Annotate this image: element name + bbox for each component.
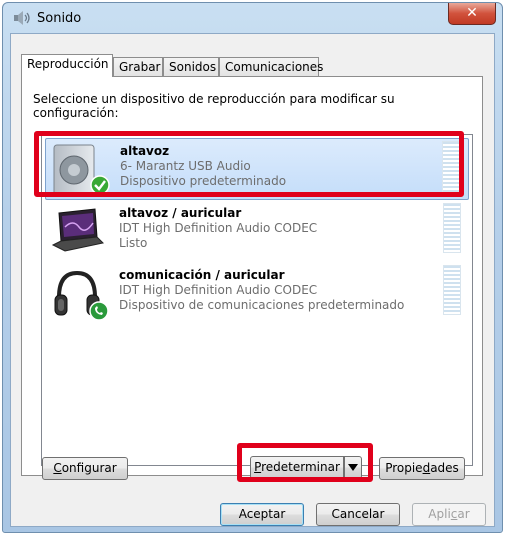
tab-reproduccion[interactable]: Reproducción [21, 54, 113, 77]
speaker-app-icon [14, 11, 30, 25]
window-title: Sonido [37, 11, 82, 26]
highlight-set-default [237, 443, 373, 482]
configure-button[interactable]: Configurar [42, 457, 128, 480]
volume-meter [443, 203, 461, 253]
apply-button[interactable]: Aplicar [412, 503, 486, 526]
instruction-text: Seleccione un dispositivo de reproducció… [33, 92, 395, 120]
tab-sonidos[interactable]: Sonidos [163, 57, 219, 76]
tab-comunicaciones[interactable]: Comunicaciones [219, 57, 323, 76]
tab-grabar[interactable]: Grabar [113, 57, 163, 76]
device-row-altavoz-auricular[interactable]: altavoz / auricular IDT High Definition … [45, 201, 469, 263]
close-icon: ✕ [466, 5, 478, 21]
phone-badge-icon [89, 301, 109, 321]
properties-button[interactable]: Propiedades [379, 457, 465, 480]
close-button[interactable]: ✕ [448, 3, 496, 25]
device-name: comunicación / auricular [119, 268, 285, 282]
highlight-selected-device [34, 131, 464, 197]
volume-meter [443, 265, 461, 315]
device-status: Dispositivo de comunicaciones predetermi… [119, 298, 405, 312]
cancel-button[interactable]: Cancelar [316, 503, 400, 526]
device-driver: IDT High Definition Audio CODEC [119, 283, 318, 297]
device-status: Listo [119, 236, 148, 250]
laptop-icon [51, 208, 105, 252]
device-driver: IDT High Definition Audio CODEC [119, 221, 318, 235]
device-name: altavoz / auricular [119, 206, 242, 220]
title-bar[interactable]: Sonido ✕ [3, 3, 502, 33]
ok-button[interactable]: Aceptar [220, 503, 304, 526]
device-row-comunicacion[interactable]: comunicación / auricular IDT High Defini… [45, 263, 469, 325]
